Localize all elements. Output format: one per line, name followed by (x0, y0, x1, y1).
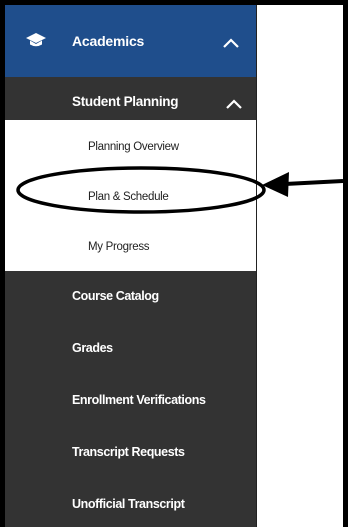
sidebar-divider (256, 5, 257, 527)
graduation-cap-icon (25, 32, 47, 53)
submenu-item-label: Planning Overview (88, 141, 179, 153)
chevron-up-icon[interactable] (226, 96, 242, 114)
student-planning-submenu: Planning Overview Plan & Schedule My Pro… (5, 120, 257, 271)
sidebar-nav: Academics Student Planning Planning Over… (5, 5, 257, 527)
sidebar-section-label: Academics (72, 33, 145, 49)
sidebar-item-grades[interactable]: Grades (5, 323, 257, 375)
submenu-item-label: Plan & Schedule (88, 191, 169, 203)
submenu-item-plan-schedule[interactable]: Plan & Schedule (5, 170, 257, 220)
pointer-arrow-icon (262, 172, 343, 197)
submenu-item-label: My Progress (88, 241, 150, 253)
screenshot-frame: Academics Student Planning Planning Over… (5, 5, 343, 527)
sidebar-section-academics[interactable]: Academics (5, 5, 257, 77)
sidebar-item-label: Grades (72, 341, 113, 355)
submenu-item-planning-overview[interactable]: Planning Overview (5, 120, 257, 170)
sidebar-group-label: Student Planning (72, 94, 179, 109)
sidebar-item-transcript-requests[interactable]: Transcript Requests (5, 427, 257, 479)
sidebar-item-unofficial-transcript[interactable]: Unofficial Transcript (5, 479, 257, 527)
chevron-up-icon[interactable] (223, 35, 239, 53)
sidebar-item-label: Enrollment Verifications (72, 393, 206, 407)
sidebar-item-enrollment-verifications[interactable]: Enrollment Verifications (5, 375, 257, 427)
sidebar-item-label: Unofficial Transcript (72, 497, 185, 511)
submenu-item-my-progress[interactable]: My Progress (5, 220, 257, 270)
sidebar-item-label: Course Catalog (72, 289, 159, 303)
sidebar-item-label: Transcript Requests (72, 445, 185, 459)
sidebar-item-course-catalog[interactable]: Course Catalog (5, 271, 257, 323)
